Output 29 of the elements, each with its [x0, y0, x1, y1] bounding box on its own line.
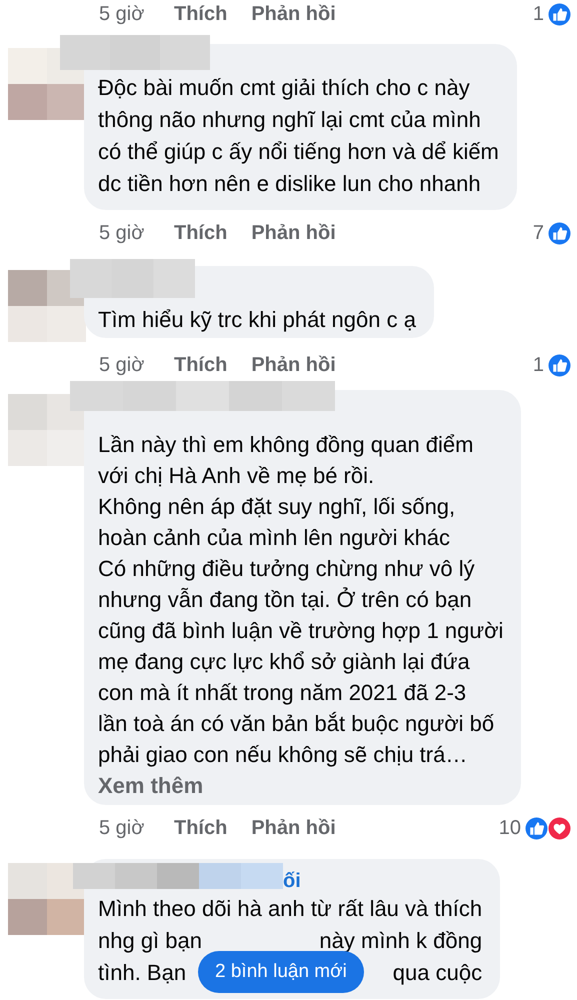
like-link[interactable]: Thích — [174, 350, 228, 380]
timestamp: 5 giờ — [99, 353, 146, 378]
comment-text: Mình theo dõi hà anh từ rất lâu và thích — [98, 895, 482, 923]
timestamp: 5 giờ — [99, 816, 146, 841]
reply-link[interactable]: Phản hồi — [251, 350, 336, 380]
thumbs-up-icon — [548, 354, 571, 376]
like-link[interactable]: Thích — [174, 813, 228, 843]
reaction-count: 7 — [532, 221, 544, 246]
like-link[interactable]: Thích — [174, 218, 228, 248]
reaction-count: 1 — [532, 2, 544, 27]
comment-text: qua cuộc — [392, 959, 482, 987]
like-link[interactable]: Thích — [174, 0, 228, 29]
reaction-count: 1 — [532, 353, 544, 378]
author-name[interactable]: ối — [283, 869, 482, 893]
thumbs-up-icon — [548, 222, 571, 244]
comment-text: Tìm hiểu kỹ trc khi phát ngôn c ạ — [98, 306, 416, 334]
reaction-count: 10 — [498, 816, 521, 841]
reply-link[interactable]: Phản hồi — [251, 218, 336, 248]
comment-text: Lần này thì em không đồng quan điểm với chị Hà Anh về mẹ bé rồi. Không nên áp đặt suy nghĩ, lối sống, hoàn cảnh của mình lên người khác Có những điều tưởng chừng như vô lý nhưng vẫn đang tồn tại. Ở trên có bạn cũng đã bình luận về trường hợp 1 người mẹ đang cực lực khổ sở giành lại đứa con mà ít nhất trong năm 2021 đã 2-3 lần toà án có văn bản bắt buộc người bố phải giao con nếu không sẽ chịu trá… — [98, 431, 504, 769]
thumbs-up-icon — [548, 2, 571, 26]
comment-text: Độc bài muốn cmt giải thích cho c này thông não nhưng nghĩ lại cmt của mình có thể giúp c ấy nổi tiếng hơn và dể kiếm dc tiền hơn nên e dislike lun cho nhanh — [98, 74, 499, 198]
thumbs-up-icon — [525, 816, 548, 840]
timestamp: 5 giờ — [99, 2, 146, 27]
reply-link[interactable]: Phản hồi — [251, 0, 336, 29]
see-more-link[interactable]: Xem thêm — [98, 770, 504, 801]
reply-link[interactable]: Phản hồi — [251, 813, 336, 843]
new-comments-button[interactable]: 2 bình luận mới — [198, 951, 364, 993]
timestamp: 5 giờ — [99, 221, 146, 246]
comment-text: tình. Bạn — [98, 959, 186, 987]
